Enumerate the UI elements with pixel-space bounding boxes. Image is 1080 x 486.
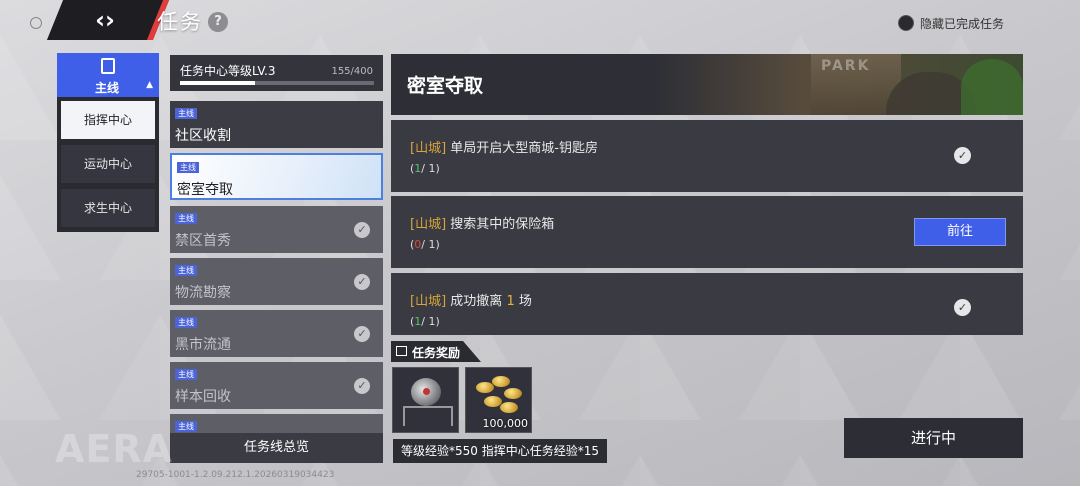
check-icon: ✓	[354, 222, 370, 238]
goto-button[interactable]: 前往	[914, 218, 1006, 246]
radio-icon[interactable]	[898, 15, 914, 31]
chevron-up-icon: ▲	[146, 80, 153, 90]
reward-summary: 等级经验*550 指挥中心任务经验*15	[393, 439, 607, 463]
coin	[504, 388, 522, 399]
check-icon: ✓	[354, 326, 370, 342]
task-item[interactable]: 主线 社区收割	[170, 101, 383, 148]
objective-map-tag: [山城]	[410, 294, 447, 309]
clipboard-icon	[101, 58, 115, 74]
subcategory-command-center[interactable]: 指挥中心	[61, 101, 155, 139]
task-tag: 主线	[175, 213, 197, 224]
menu-dot-icon[interactable]	[30, 17, 42, 29]
task-name: 黑市流通	[175, 337, 231, 353]
task-name: 社区收割	[175, 128, 231, 144]
objective-map-tag: [山城]	[410, 141, 447, 156]
objective-text: [山城] 成功撤离 1 场	[410, 290, 532, 309]
reward-label: 任务奖励	[412, 346, 461, 360]
task-tag: 主线	[175, 421, 197, 432]
task-banner: PARK 密室夺取	[391, 54, 1023, 115]
objective-total: 1	[428, 315, 436, 328]
coins-icon	[476, 382, 494, 393]
hide-completed-toggle[interactable]: 隐藏已完成任务	[898, 14, 1004, 32]
task-tag: 主线	[175, 317, 197, 328]
task-tag: 主线	[175, 369, 197, 380]
objective-suffix: 场	[518, 294, 532, 309]
task-name: 禁区首秀	[175, 233, 231, 249]
objective-total: 1	[428, 162, 436, 175]
reward-item[interactable]: 100,000	[465, 367, 532, 433]
objective-highlight: 1	[506, 294, 515, 309]
level-progress-fill	[180, 81, 256, 85]
check-icon: ✓	[954, 147, 971, 164]
banner-sign: PARK	[821, 58, 871, 74]
objective-progress: (0/ 1)	[410, 238, 440, 251]
version-text: 29705-1001-1.2.09.212.1.20260319034423	[136, 470, 335, 480]
task-name: 密室夺取	[177, 182, 233, 198]
level-progress-text: 155/400	[331, 66, 373, 77]
check-icon: ✓	[354, 274, 370, 290]
task-name: 物流勘察	[175, 285, 231, 301]
objective-card: [山城] 成功撤离 1 场 (1/ 1) ✓	[391, 273, 1023, 335]
subcategory-panel: 指挥中心 运动中心 求生中心	[57, 97, 159, 232]
task-tag: 主线	[175, 108, 197, 119]
task-item[interactable]: 主线 禁区首秀 ✓	[170, 206, 383, 253]
objective-text: [山城] 单局开启大型商城-钥匙房	[410, 137, 598, 156]
task-tag: 主线	[177, 162, 199, 173]
check-icon: ✓	[954, 299, 971, 316]
level-label: 任务中心等级LV.3	[180, 64, 276, 78]
category-main-label: 主线	[94, 81, 119, 95]
back-chevron-icon: ‹›	[95, 6, 115, 34]
objective-desc: 成功撤离	[450, 294, 503, 309]
objective-map-tag: [山城]	[410, 217, 447, 232]
objective-current: 1	[414, 162, 422, 175]
task-item[interactable]: 主线 物流勘察 ✓	[170, 258, 383, 305]
reward-item[interactable]	[392, 367, 459, 433]
objective-progress: (1/ 1)	[410, 315, 440, 328]
reward-amount: 100,000	[482, 417, 529, 430]
game-logo: AERA	[55, 427, 174, 471]
task-center-level: 任务中心等级LV.3 155/400	[170, 55, 383, 91]
objective-total: 1	[428, 238, 436, 251]
coin	[500, 402, 518, 413]
objective-desc: 单局开启大型商城-钥匙房	[450, 141, 598, 156]
back-button[interactable]: ‹›	[46, 0, 170, 40]
objective-progress: (1/ 1)	[410, 162, 440, 175]
objective-current: 1	[414, 315, 422, 328]
task-item[interactable]: 主线 黑市流通 ✓	[170, 310, 383, 357]
category-main-tab[interactable]: 主线 ▲	[57, 53, 159, 100]
task-line-overview-button[interactable]: 任务线总览	[170, 433, 383, 463]
help-icon[interactable]: ?	[208, 12, 228, 32]
task-tag: 主线	[175, 265, 197, 276]
objective-desc: 搜索其中的保险箱	[450, 217, 555, 232]
objective-text: [山城] 搜索其中的保险箱	[410, 213, 554, 232]
gift-icon	[396, 346, 407, 356]
objective-current: 0	[414, 238, 422, 251]
robot-eye	[423, 388, 430, 395]
hide-completed-label: 隐藏已完成任务	[920, 16, 1005, 31]
objective-card: [山城] 单局开启大型商城-钥匙房 (1/ 1) ✓	[391, 120, 1023, 192]
subcategory-sports-center[interactable]: 运动中心	[61, 145, 155, 183]
task-item[interactable]: 主线 样本回收 ✓	[170, 362, 383, 409]
in-progress-button[interactable]: 进行中	[844, 418, 1023, 458]
coin	[492, 376, 510, 387]
task-item-selected[interactable]: 主线 密室夺取	[170, 153, 383, 200]
task-name: 样本回收	[175, 389, 231, 405]
page-title: 任务	[157, 10, 203, 34]
task-detail-title: 密室夺取	[407, 75, 484, 97]
level-progress-bar	[180, 81, 374, 85]
subcategory-survival-center[interactable]: 求生中心	[61, 189, 155, 227]
check-icon: ✓	[354, 378, 370, 394]
banner-tree	[961, 59, 1023, 115]
robot-legs	[403, 406, 453, 426]
objective-card: [山城] 搜索其中的保险箱 (0/ 1) 前往	[391, 196, 1023, 268]
task-item[interactable]: 主线	[170, 414, 383, 433]
